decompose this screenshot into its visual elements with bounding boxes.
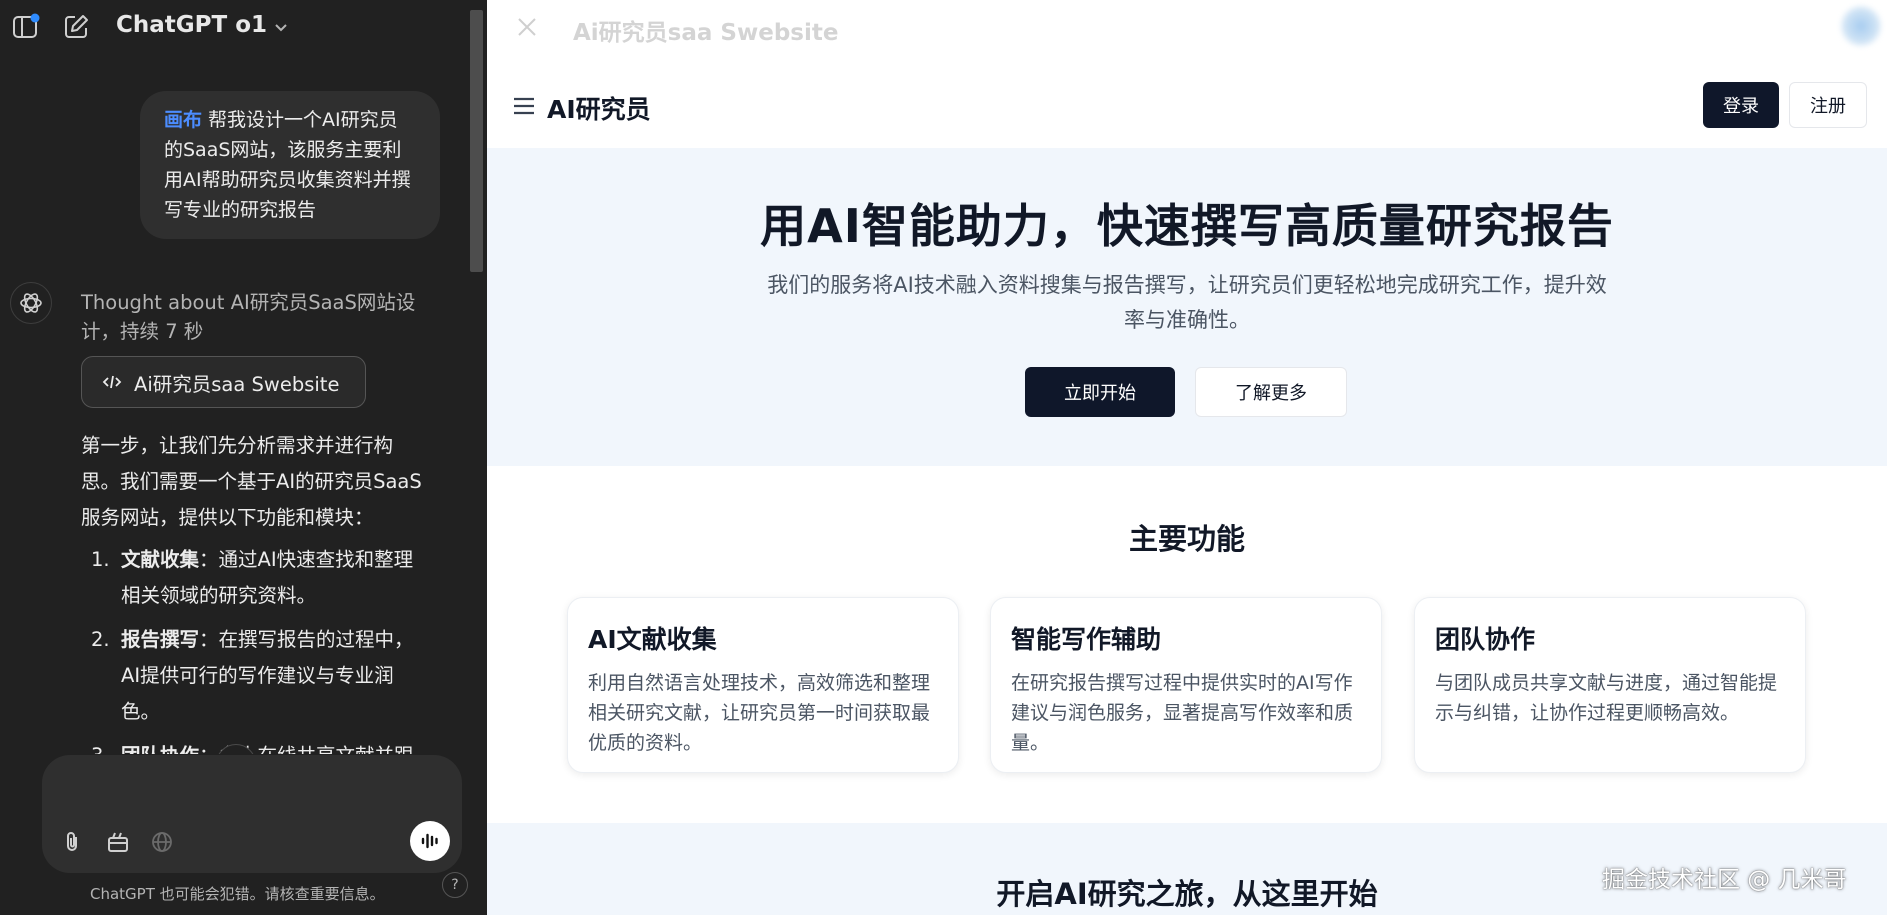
chat-header: ChatGPT o1	[0, 0, 487, 54]
canvas-document-chip[interactable]: Ai研究员saa Swebsite	[81, 356, 366, 408]
canvas-title[interactable]: Ai研究员saa Swebsite	[573, 13, 838, 47]
watermark: 掘金技术社区 @ 几米哥	[1602, 867, 1847, 893]
canvas-panel: Ai研究员saa Swebsite AI研究员 登录 注册 用AI智能助力，快速…	[487, 0, 1887, 915]
canvas-tag: 画布	[164, 109, 203, 131]
features-title: 主要功能	[1128, 522, 1245, 556]
model-name: ChatGPT o1	[116, 12, 268, 38]
composer	[42, 755, 462, 873]
voice-wave-icon	[421, 833, 438, 849]
user-message: 画布 帮我设计一个AI研究员的SaaS网站，该服务主要利用AI帮助研究员收集资料并…	[140, 91, 440, 239]
login-button[interactable]: 登录	[1703, 82, 1779, 128]
sidebar-toggle-icon[interactable]	[12, 13, 40, 41]
answer-intro: 第一步，让我们先分析需求并进行构思。我们需要一个基于AI的研究员SaaS服务网站…	[81, 434, 422, 529]
feature-title: 团队协作	[1435, 625, 1536, 654]
chat-scrollbar[interactable]	[470, 10, 483, 272]
paperclip-icon[interactable]	[56, 826, 88, 858]
feature-desc: 利用自然语言处理技术，高效筛选和整理相关研究文献，让研究员第一时间获取最优质的资…	[588, 672, 931, 754]
feature-desc: 在研究报告撰写过程中提供实时的AI写作建议与润色服务，显著提高写作效率和质量。	[1011, 672, 1354, 754]
learn-more-button[interactable]: 了解更多	[1195, 367, 1347, 417]
globe-icon[interactable]	[146, 826, 178, 858]
hero-section: 用AI智能助力，快速撰写高质量研究报告 我们的服务将AI技术融入资料搜集与报告撰…	[487, 148, 1887, 466]
help-button[interactable]: ?	[442, 872, 468, 898]
chevron-down-icon	[275, 23, 287, 31]
site-navbar: AI研究员 登录 注册	[487, 78, 1887, 146]
model-selector[interactable]: ChatGPT o1	[116, 12, 289, 38]
answer-list: 1. 文献收集：通过AI快速查找和整理相关领域的研究资料。 2. 报告撰写：在撰写报…	[81, 542, 431, 754]
disclaimer: ChatGPT 也可能会犯错。请核查重要信息。	[90, 885, 385, 903]
thought-summary[interactable]: Thought about AI研究员SaaS网站设计，持续 7 秒	[81, 288, 431, 346]
hero-subtitle: 我们的服务将AI技术融入资料搜集与报告撰写，让研究员们更轻松地完成研究工作，提升…	[767, 273, 1607, 332]
feature-card-collaboration: 团队协作 与团队成员共享文献与进度，通过智能提示与纠错，让协作过程更顺畅高效。	[1414, 597, 1806, 773]
message-input[interactable]	[64, 771, 444, 811]
close-icon[interactable]	[514, 14, 540, 40]
avatar[interactable]	[1839, 4, 1883, 48]
hero-title: 用AI智能助力，快速撰写高质量研究报告	[760, 199, 1614, 253]
feature-title: AI文献收集	[588, 625, 717, 654]
edit-icon[interactable]	[62, 13, 90, 41]
list-item: 3.团队协作：多人在线共享文献并跟	[81, 738, 431, 754]
toolbox-icon[interactable]	[102, 826, 134, 858]
voice-mode-button[interactable]	[410, 821, 450, 861]
feature-desc: 与团队成员共享文献与进度，通过智能提示与纠错，让协作过程更顺畅高效。	[1435, 672, 1778, 724]
openai-logo-icon	[10, 282, 52, 324]
feature-card-literature: AI文献收集 利用自然语言处理技术，高效筛选和整理相关研究文献，让研究员第一时间…	[567, 597, 959, 773]
chat-panel: ChatGPT o1 画布 帮我设计一个AI研究员的SaaS网站，该服务主要利用A…	[0, 0, 487, 915]
feature-title: 智能写作辅助	[1011, 625, 1162, 654]
site-brand[interactable]: AI研究员	[547, 90, 651, 126]
assistant-answer: 第一步，让我们先分析需求并进行构思。我们需要一个基于AI的研究员SaaS服务网站…	[81, 428, 431, 754]
conversation[interactable]: 画布 帮我设计一个AI研究员的SaaS网站，该服务主要利用AI帮助研究员收集资料并…	[0, 54, 487, 754]
list-item: 2. 报告撰写：在撰写报告的过程中，AI提供可行的写作建议与专业润色。	[91, 628, 414, 723]
hamburger-menu-icon[interactable]	[511, 93, 537, 119]
get-started-button[interactable]: 立即开始	[1025, 367, 1175, 417]
canvas-topbar: Ai研究员saa Swebsite	[487, 0, 1887, 54]
register-button[interactable]: 注册	[1789, 82, 1867, 128]
feature-card-writing: 智能写作辅助 在研究报告撰写过程中提供实时的AI写作建议与润色服务，显著提高写作…	[990, 597, 1382, 773]
list-item: 1. 文献收集：通过AI快速查找和整理相关领域的研究资料。	[91, 548, 414, 607]
canvas-chip-label: Ai研究员saa Swebsite	[134, 372, 340, 396]
code-icon	[102, 375, 122, 389]
